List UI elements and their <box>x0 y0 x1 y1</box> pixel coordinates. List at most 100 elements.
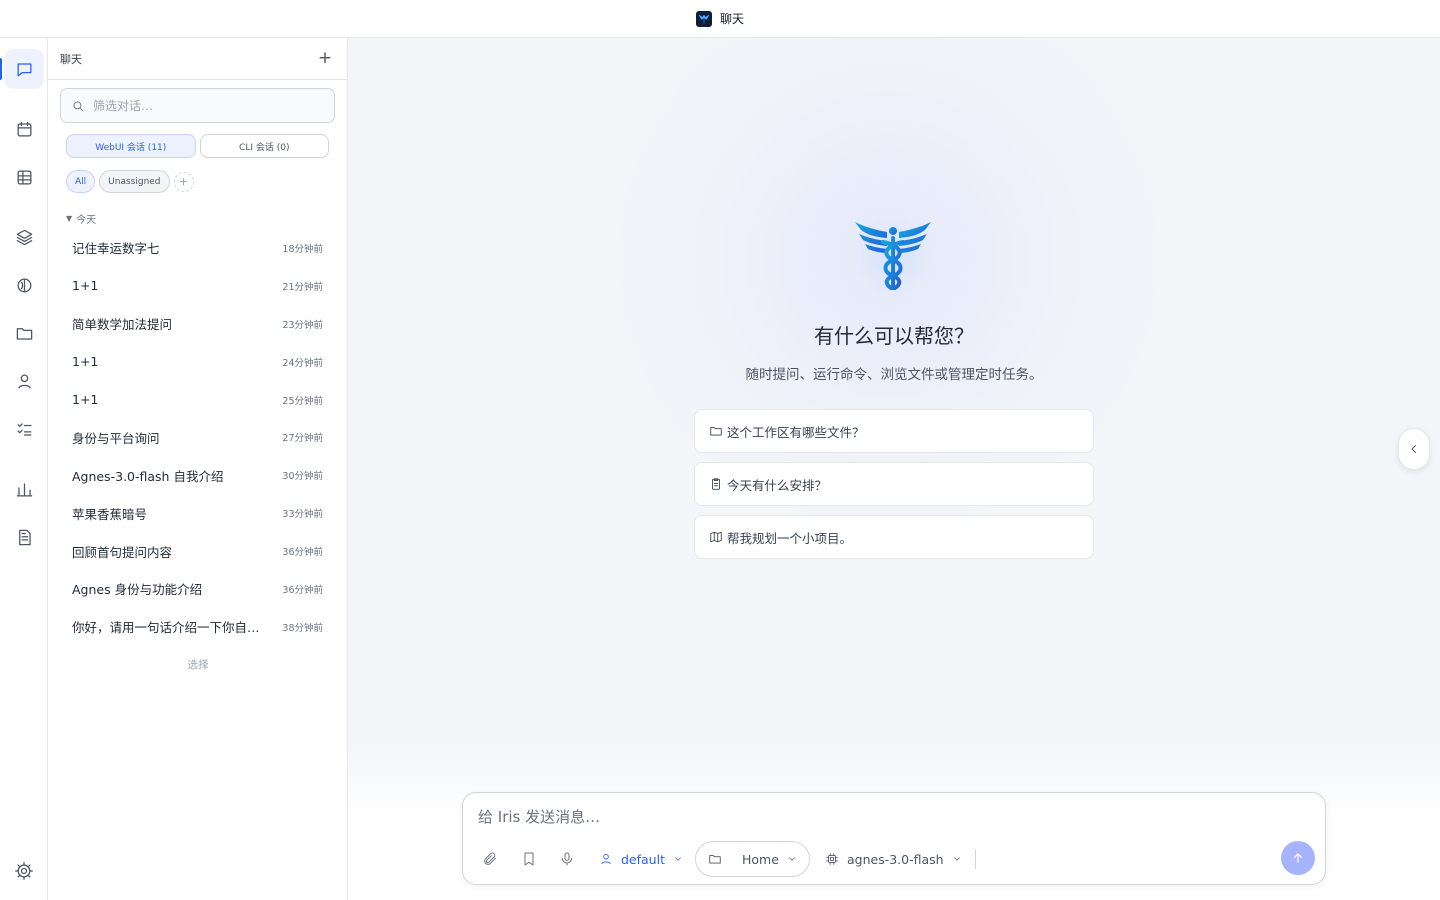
session-title: Agnes-3.0-flash 自我介绍 <box>72 468 224 484</box>
session-title: 简单数学加法提问 <box>72 317 173 333</box>
message-input[interactable] <box>478 806 1278 830</box>
nav-folder-button[interactable] <box>4 313 44 353</box>
nav-brain-button[interactable] <box>4 265 44 305</box>
session-item[interactable]: Agnes-3.0-flash 自我介绍 30分钟前 <box>60 456 335 494</box>
table-icon <box>17 170 31 184</box>
session-item[interactable]: 1+1 25分钟前 <box>60 381 335 419</box>
user-icon <box>17 374 31 388</box>
chat-icon <box>17 62 31 76</box>
sessions-header: 聊天 + <box>48 38 347 80</box>
session-time: 21分钟前 <box>282 281 323 293</box>
session-title: 1+1 <box>72 354 99 370</box>
search-icon <box>73 100 83 111</box>
session-item[interactable]: 1+1 21分钟前 <box>60 267 335 305</box>
document-icon <box>18 529 31 545</box>
chevron-down-icon <box>675 857 681 861</box>
model-select[interactable]: agnes-3.0-flash <box>825 841 962 877</box>
active-indicator <box>0 58 2 80</box>
new-chat-button[interactable]: + <box>315 49 335 69</box>
bookmark-button[interactable] <box>521 847 537 871</box>
layers-icon <box>16 229 32 245</box>
map-icon <box>710 531 722 543</box>
message-composer: default Home agnes-3.0-flash <box>462 792 1326 885</box>
nav-tasks-button[interactable] <box>4 409 44 449</box>
session-filter-chips: All Unassigned + <box>66 170 194 193</box>
chip-all[interactable]: All <box>66 170 96 193</box>
send-button[interactable] <box>1281 841 1315 875</box>
suggestion-files-button[interactable]: 这个工作区有哪些文件？ <box>694 409 1094 453</box>
chip-icon <box>826 853 838 865</box>
sessions-title: 聊天 <box>60 52 82 66</box>
chip-add-button[interactable]: + <box>173 171 194 192</box>
workspace-folder-select[interactable]: Home <box>695 841 810 877</box>
app-logo-icon <box>695 10 712 27</box>
session-title: 苹果香蕉暗号 <box>72 506 148 522</box>
chevron-down-icon <box>789 857 795 861</box>
chevron-left-icon <box>1411 445 1416 453</box>
microphone-icon <box>561 852 573 866</box>
session-time: 38分钟前 <box>282 622 323 634</box>
session-time: 27分钟前 <box>282 433 323 445</box>
toolbar-divider <box>975 849 976 869</box>
session-time: 18分钟前 <box>282 243 323 255</box>
main-area: 有什么可以帮您？ 随时提问、运行命令、浏览文件或管理定时任务。 这个工作区有哪些… <box>348 38 1440 900</box>
suggestion-label: 帮我规划一个小项目。 <box>727 530 853 546</box>
nav-chat-button[interactable] <box>4 49 44 89</box>
session-search-input[interactable] <box>93 98 313 113</box>
suggestion-schedule-button[interactable]: 今天有什么安排？ <box>694 462 1094 506</box>
suggestion-list: 这个工作区有哪些文件？ 今天有什么安排？ 帮我规划一个小项目。 <box>694 409 1094 568</box>
persona-select[interactable]: default <box>599 841 683 877</box>
session-title: 身份与平台询问 <box>72 430 160 446</box>
session-search <box>60 88 335 123</box>
session-item[interactable]: Agnes 身份与功能介绍 36分钟前 <box>60 570 335 608</box>
arrow-up-icon <box>1293 853 1303 863</box>
session-time: 25分钟前 <box>282 395 323 407</box>
sessions-panel: 聊天 + WebUI 会话 (11) CLI 会话 (0) All Unassi… <box>48 38 348 900</box>
suggestion-plan-button[interactable]: 帮我规划一个小项目。 <box>694 515 1094 559</box>
session-time: 24分钟前 <box>282 357 323 369</box>
nav-layers-button[interactable] <box>4 217 44 257</box>
folder-icon <box>16 327 32 340</box>
calendar-icon <box>17 121 31 136</box>
session-item[interactable]: 1+1 24分钟前 <box>60 343 335 381</box>
session-title: 记住幸运数字七 <box>72 241 160 257</box>
caduceus-logo-icon <box>843 206 943 306</box>
settings-button[interactable] <box>14 861 34 881</box>
paperclip-icon <box>484 852 496 865</box>
voice-input-button[interactable] <box>559 847 575 871</box>
session-item[interactable]: 简单数学加法提问 23分钟前 <box>60 305 335 343</box>
session-time: 30分钟前 <box>282 471 323 483</box>
persona-label: default <box>621 851 665 867</box>
tab-webui-sessions[interactable]: WebUI 会话 (11) <box>66 134 196 158</box>
nav-user-button[interactable] <box>4 361 44 401</box>
session-title: 1+1 <box>72 392 99 407</box>
session-title: Agnes 身份与功能介绍 <box>72 582 203 598</box>
session-list: 记住幸运数字七 18分钟前 1+1 21分钟前 简单数学加法提问 23分钟前 1+1 2… <box>60 229 335 646</box>
session-item[interactable]: 身份与平台询问 27分钟前 <box>60 418 335 456</box>
nav-docs-button[interactable] <box>4 517 44 557</box>
nav-table-button[interactable] <box>4 157 44 197</box>
session-item[interactable]: 你好，请用一句话介绍一下你自… 38分钟前 <box>60 608 335 646</box>
nav-calendar-button[interactable] <box>4 109 44 149</box>
session-item[interactable]: 回顾首句提问内容 36分钟前 <box>60 532 335 570</box>
nav-stats-button[interactable] <box>4 469 44 509</box>
nav-rail <box>0 38 48 900</box>
bar-chart-icon <box>16 482 32 496</box>
session-item[interactable]: 苹果香蕉暗号 33分钟前 <box>60 494 335 532</box>
hero-subtitle: 随时提问、运行命令、浏览文件或管理定时任务。 <box>745 367 1043 383</box>
caret-down-icon: ▼ <box>66 214 73 223</box>
hero-title: 有什么可以帮您？ <box>814 324 974 348</box>
select-sessions-button[interactable]: 选择 <box>48 657 348 672</box>
session-group-toggle[interactable]: ▼ 今天 <box>66 211 96 226</box>
tab-cli-sessions[interactable]: CLI 会话 (0) <box>199 134 329 158</box>
toggle-right-panel-button[interactable] <box>1398 428 1430 470</box>
bookmark-icon <box>524 852 534 866</box>
session-time: 36分钟前 <box>282 584 323 596</box>
session-group-label: 今天 <box>76 215 97 226</box>
attach-button[interactable] <box>482 847 498 871</box>
title-bar: 聊天 <box>0 0 1440 38</box>
session-item[interactable]: 记住幸运数字七 18分钟前 <box>60 229 335 267</box>
chip-unassigned[interactable]: Unassigned <box>99 170 170 193</box>
gear-icon <box>15 862 33 880</box>
folder-icon <box>710 427 722 436</box>
